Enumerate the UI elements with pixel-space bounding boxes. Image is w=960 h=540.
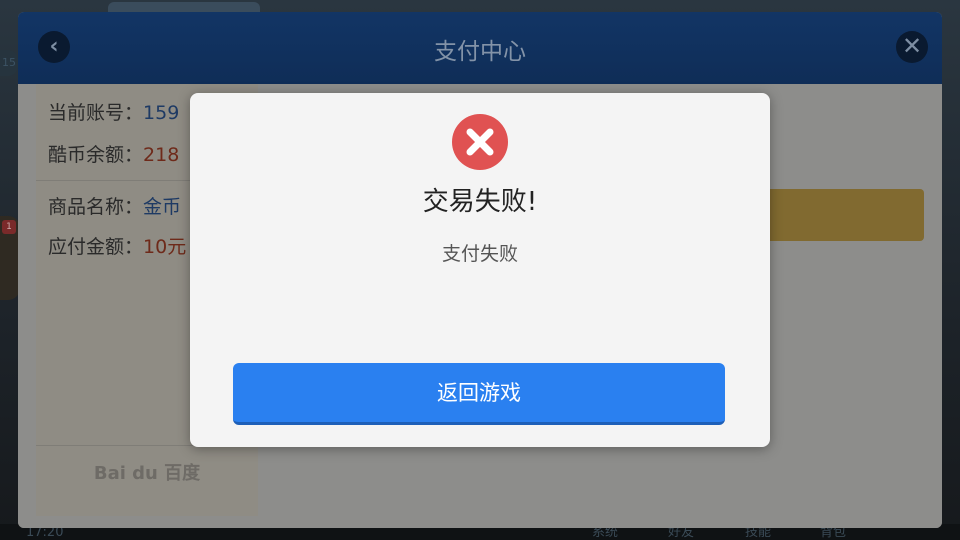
close-icon: ✕ (901, 32, 923, 60)
background-notification-badge: 1 (2, 220, 16, 234)
balance-label: 酷币余额： (48, 144, 144, 166)
account-label: 当前账号： (48, 102, 144, 124)
dialog-message: 支付失败 (441, 243, 518, 265)
payment-title: 支付中心 (434, 39, 526, 65)
product-value: 金币 (143, 196, 182, 218)
dialog-title: 交易失败! (422, 187, 538, 217)
error-x-icon (452, 114, 508, 170)
baidu-logo: Bai du 百度 (36, 445, 258, 502)
account-row: 当前账号：159 (48, 98, 179, 125)
balance-row: 酷币余额：218 (48, 140, 179, 167)
pay-button[interactable] (762, 189, 924, 241)
background-avatar: 1 (0, 216, 20, 300)
balance-value: 218 (143, 144, 180, 166)
product-label: 商品名称： (48, 196, 144, 218)
product-row: 商品名称：金币 (48, 192, 181, 219)
return-to-game-button[interactable]: 返回游戏 (233, 363, 725, 425)
transaction-result-dialog: 交易失败! 支付失败 返回游戏 (190, 93, 770, 447)
amount-row: 应付金额：10元 (48, 232, 186, 259)
close-button[interactable]: ✕ (896, 31, 928, 63)
account-value: 159 (143, 102, 180, 124)
amount-value: 10元 (143, 236, 187, 258)
payment-header: ‹ 支付中心 ✕ (18, 12, 942, 84)
amount-label: 应付金额： (48, 236, 144, 258)
background-level-badge: 15 (0, 50, 18, 76)
